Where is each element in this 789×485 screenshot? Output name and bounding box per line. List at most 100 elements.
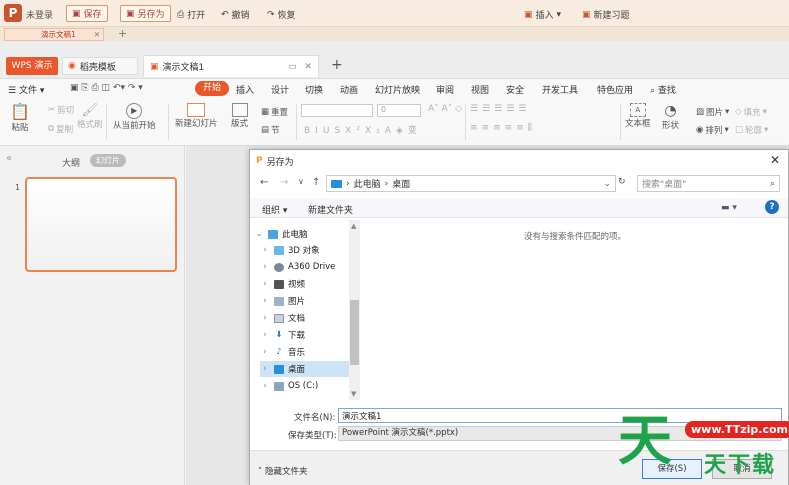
font-style-buttons[interactable]: BIUSX²X₂A◈变	[304, 123, 422, 136]
outline-button[interactable]: □ 轮廓 ▾	[735, 124, 768, 136]
add-document-icon[interactable]: +	[118, 27, 127, 40]
search-input[interactable]: 搜索"桌面" ⌕	[637, 175, 780, 192]
tree-item-desktop[interactable]: › 桌面	[260, 361, 349, 377]
open-button[interactable]: ⎙ 打开	[177, 8, 205, 22]
tree-item-this-pc[interactable]: ⌄ 此电脑	[254, 226, 354, 242]
menu-review[interactable]: 审阅	[436, 83, 454, 96]
close-icon[interactable]: ✕	[94, 29, 100, 40]
tree-item-os-c[interactable]: › OS (C:)	[260, 378, 360, 394]
tab-slides[interactable]: 幻灯片	[90, 154, 126, 167]
recent-locations-icon[interactable]: ∨	[298, 177, 304, 186]
menu-security[interactable]: 安全	[506, 83, 524, 96]
tree-item-music[interactable]: › ♪ 音乐	[260, 344, 360, 360]
play-from-current-button[interactable]: ▶ 从当前开始	[113, 103, 156, 131]
add-tab-icon[interactable]: +	[331, 57, 343, 73]
mini-document-tab[interactable]: 演示文稿1 ✕	[4, 28, 104, 41]
slide-thumbnail[interactable]	[25, 177, 177, 272]
font-name-select[interactable]	[301, 104, 373, 117]
format-painter-button[interactable]: 🖌 格式刷	[77, 103, 103, 130]
tree-item-3d-objects[interactable]: › 3D 对象	[260, 242, 360, 258]
menu-slideshow[interactable]: 幻灯片放映	[375, 83, 420, 96]
tab-start[interactable]: 开始	[195, 81, 230, 96]
insert-button-top[interactable]: ▣ 插入 ▾	[524, 8, 561, 22]
cut-button[interactable]: ✂ 剪切	[48, 104, 74, 116]
tree-item-documents[interactable]: › 文档	[260, 310, 360, 326]
chevron-down-icon[interactable]: ⌄	[254, 229, 264, 239]
paragraph-buttons-row2[interactable]: ≡≡≡≡≡⫼	[470, 123, 536, 133]
save-button-top[interactable]: ▣ 保存	[66, 5, 108, 22]
hide-folders-toggle[interactable]: ˄ 隐藏文件夹	[258, 465, 307, 477]
chevron-right-icon[interactable]: ›	[260, 279, 270, 289]
tree-item-videos[interactable]: › 视频	[260, 276, 360, 292]
tree-scrollbar[interactable]: ▲ ▼	[349, 220, 360, 400]
undo-icon[interactable]: ↶▾	[113, 83, 125, 93]
preview-icon[interactable]: ◫	[102, 83, 111, 93]
chevron-right-icon[interactable]: ›	[260, 245, 270, 255]
menu-search[interactable]: ⌕ 查找	[650, 83, 676, 96]
breadcrumb-desktop[interactable]: 桌面	[392, 177, 410, 190]
help-icon[interactable]: ?	[765, 200, 779, 214]
scroll-down-icon[interactable]: ▼	[351, 390, 356, 398]
chevron-right-icon[interactable]: ›	[260, 364, 270, 374]
menu-file[interactable]: ☰ 文件 ▾	[8, 83, 44, 96]
chevron-right-icon[interactable]: ›	[260, 330, 270, 340]
copy-button[interactable]: ⧉ 复制	[48, 123, 73, 135]
tab-document[interactable]: ▣ 演示文稿1 ▭ ✕	[143, 55, 319, 77]
font-size-select[interactable]: 0	[377, 104, 421, 117]
tab-template[interactable]: ◉ 稻壳模板	[62, 57, 138, 75]
scrollbar-thumb[interactable]	[350, 300, 359, 365]
close-icon[interactable]: ✕	[304, 62, 312, 72]
text-box-button[interactable]: A 文本框	[625, 103, 651, 129]
redo-button-top[interactable]: ↷ 恢复	[267, 8, 296, 22]
tab-outline[interactable]: 大纲	[62, 156, 80, 169]
forward-arrow-icon[interactable]: →	[280, 177, 288, 188]
section-button[interactable]: ▤ 节	[261, 124, 280, 136]
back-arrow-icon[interactable]: ←	[260, 177, 268, 188]
shape-button[interactable]: ◔ 形状	[662, 103, 679, 131]
chevron-right-icon[interactable]: ›	[260, 381, 270, 391]
chevron-down-icon[interactable]: ▾	[138, 83, 143, 93]
scroll-up-icon[interactable]: ▲	[351, 222, 356, 230]
monitor-icon[interactable]: ▭	[288, 62, 297, 72]
new-question-button[interactable]: ▣ 新建习题	[582, 8, 630, 22]
tree-item-downloads[interactable]: › ⬇ 下载	[260, 327, 360, 343]
breadcrumb-this-pc[interactable]: 此电脑	[354, 177, 381, 190]
menu-view[interactable]: 视图	[471, 83, 489, 96]
tree-item-a360[interactable]: › A360 Drive	[260, 259, 360, 275]
save-as-button-top[interactable]: ▣ 另存为	[120, 5, 171, 22]
chevron-right-icon[interactable]: ›	[260, 347, 270, 357]
redo-icon[interactable]: ↷	[128, 83, 136, 93]
layout-button[interactable]: 版式	[231, 103, 248, 129]
new-folder-button[interactable]: 新建文件夹	[308, 203, 353, 216]
menu-animation[interactable]: 动画	[340, 83, 358, 96]
refresh-icon[interactable]: ↻	[618, 177, 626, 187]
menu-developer[interactable]: 开发工具	[542, 83, 578, 96]
chevron-right-icon[interactable]: ›	[260, 313, 270, 323]
print-icon[interactable]: ⎙	[91, 83, 98, 93]
save-icon[interactable]: ▣	[70, 83, 79, 93]
new-slide-button[interactable]: 新建幻灯片	[175, 103, 218, 129]
menu-insert[interactable]: 插入	[236, 83, 254, 96]
chevron-right-icon[interactable]: ›	[260, 262, 270, 272]
menu-design[interactable]: 设计	[271, 83, 289, 96]
tree-item-pictures[interactable]: › 图片	[260, 293, 360, 309]
menu-special[interactable]: 特色应用	[597, 83, 633, 96]
login-status[interactable]: 未登录	[26, 8, 53, 21]
reset-button[interactable]: ▦ 重置	[261, 106, 288, 118]
chevron-down-icon[interactable]: ⌄	[603, 179, 611, 189]
fill-button[interactable]: ◇ 填充 ▾	[735, 106, 767, 118]
up-arrow-icon[interactable]: ↑	[312, 177, 320, 188]
menu-transition[interactable]: 切换	[305, 83, 323, 96]
paste-button[interactable]: 📋 粘贴	[10, 102, 30, 133]
chevron-right-icon[interactable]: ›	[260, 296, 270, 306]
tab-wps[interactable]: WPS 演示	[6, 57, 58, 75]
undo-button-top[interactable]: ↶ 撤销	[221, 8, 250, 22]
picture-button[interactable]: ▨ 图片 ▾	[696, 106, 729, 118]
arrange-button[interactable]: ◉ 排列 ▾	[696, 124, 729, 136]
font-size-adjust[interactable]: A˄ A˅ ◇	[428, 104, 462, 114]
view-options-icon[interactable]: ▬ ▾	[721, 203, 737, 213]
export-icon[interactable]: ⎘	[81, 83, 88, 93]
collapse-panel-icon[interactable]: «	[6, 153, 12, 164]
paragraph-buttons-row1[interactable]: ☰☰☰☰☰	[470, 104, 530, 114]
address-bar[interactable]: › 此电脑 › 桌面 ⌄	[326, 175, 616, 192]
